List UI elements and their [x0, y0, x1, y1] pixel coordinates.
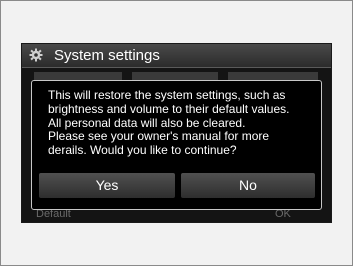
background-tab — [228, 72, 318, 80]
message-line: Please see your owner's manual for more — [48, 129, 270, 144]
yes-button[interactable]: Yes — [39, 173, 175, 198]
page-title: System settings — [54, 47, 160, 64]
message-line: This will restore the system settings, s… — [48, 88, 286, 102]
gear-icon — [29, 48, 43, 62]
message-line: brightness and volume to their default v… — [48, 101, 290, 116]
no-button[interactable]: No — [181, 173, 315, 198]
system-settings-screen: System settings Default OK This will res… — [21, 43, 332, 223]
dialog-message: This will restore the system settings, s… — [48, 88, 320, 158]
message-line: All personal data will also be cleared. — [48, 115, 246, 130]
background-tab — [132, 72, 218, 80]
background-tab — [34, 72, 122, 80]
confirmation-dialog: This will restore the system settings, s… — [31, 80, 322, 210]
message-line: derails. Would you like to continue? — [48, 143, 237, 158]
title-bar: System settings — [22, 44, 331, 68]
